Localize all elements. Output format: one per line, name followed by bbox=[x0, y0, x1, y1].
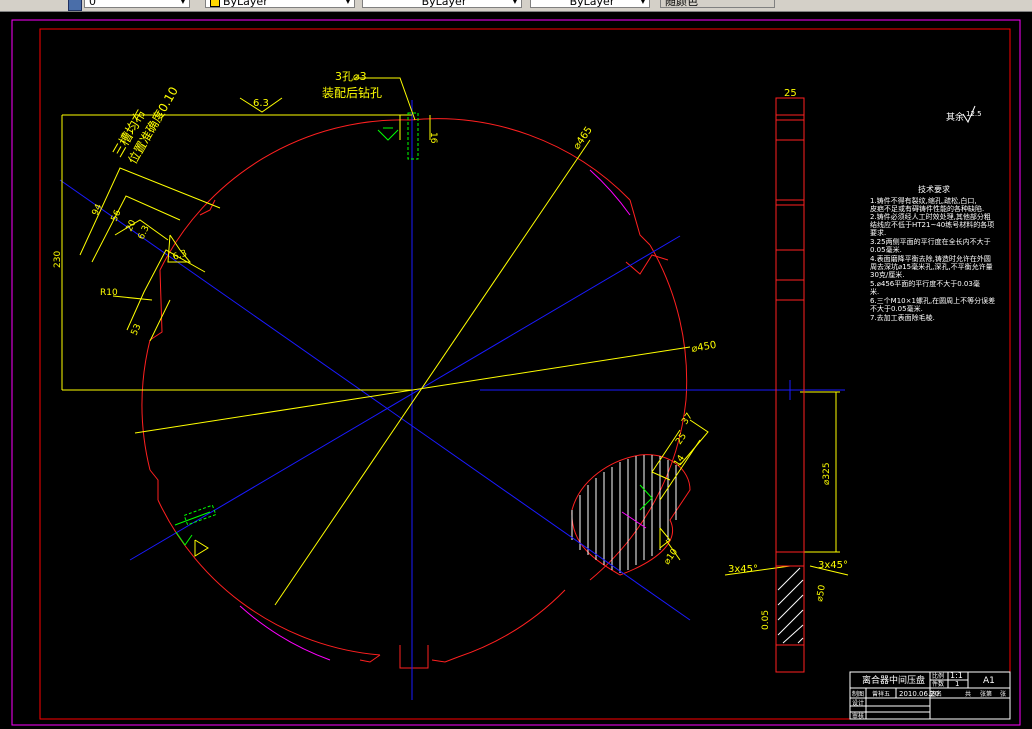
dim-450: ⌀450 bbox=[691, 340, 718, 355]
dim-465: ⌀465 bbox=[571, 125, 594, 152]
color-swatch-icon bbox=[210, 0, 220, 7]
tech-line-2: 皮疤不足或有碍铸件性能的各种缺陷. bbox=[870, 204, 984, 213]
dim-20: 20 bbox=[125, 218, 139, 233]
tech-line-10: 30克/厘米. bbox=[870, 270, 905, 279]
linetype-value: ByLayer bbox=[421, 0, 467, 8]
dim-25: 25 bbox=[674, 432, 689, 447]
plotstyle-dropdown[interactable]: 随颜色 bbox=[660, 0, 775, 8]
part-name: 离合器中间压盘 bbox=[862, 674, 925, 686]
chevron-down-icon: ▼ bbox=[179, 0, 187, 5]
chamfer-left: 3x45° bbox=[728, 564, 758, 575]
scale-label: 比例 bbox=[932, 672, 944, 680]
tech-line-11: 5.⌀456平面的平行度不大于0.03毫 bbox=[870, 279, 980, 288]
chevron-down-icon: ▼ bbox=[344, 0, 352, 5]
dim-16: 16 bbox=[428, 132, 438, 144]
sheets-label: 共 bbox=[965, 690, 971, 698]
tech-line-12: 米. bbox=[870, 287, 879, 296]
tech-line-7: 0.05毫米. bbox=[870, 245, 902, 254]
hole-note-bottom: 装配后钻孔 bbox=[322, 85, 382, 100]
drawn-label: 制图 bbox=[852, 690, 864, 698]
drawing-canvas[interactable]: 3孔⌀3 装配后钻孔 三槽均布 位置准确度0.10 6.3 16 ⌀465 ⌀4… bbox=[0, 12, 1032, 729]
plotstyle-value: 随颜色 bbox=[665, 0, 698, 8]
tech-line-9: 周去深坑⌀15毫米孔,深孔,不平衡允许量 bbox=[870, 262, 993, 271]
design-label: 设计 bbox=[852, 699, 864, 707]
dim-tol: 0.05 bbox=[761, 610, 771, 630]
center-lines bbox=[59, 100, 845, 700]
layer-dropdown[interactable]: 0 ▼ bbox=[84, 0, 190, 8]
rest-value: 12.5 bbox=[966, 110, 982, 118]
tech-line-4: 结线应不低于HT21~40练号材料的各项 bbox=[870, 220, 994, 229]
tech-line-8: 4.表面磨降平衡去除,铸造时允许在外圆 bbox=[870, 254, 991, 263]
sheet-of-label: 张第 bbox=[980, 690, 992, 698]
drawer-name: 曾祥五 bbox=[872, 690, 890, 698]
dim-63-top: 6.3 bbox=[253, 98, 269, 109]
tech-line-14: 不大于0.05毫米. bbox=[870, 304, 923, 313]
rest-label: 其余 bbox=[946, 111, 964, 123]
check-label: 审核 bbox=[852, 712, 864, 720]
dimension-lines bbox=[61, 77, 849, 606]
dim-94: 94 bbox=[91, 202, 105, 217]
sheet-inner-border bbox=[39, 28, 1011, 720]
hole-magenta bbox=[621, 511, 647, 529]
sheet-size: A1 bbox=[983, 676, 995, 686]
tech-line-13: 6.三个M10×1螺孔,在圆周上不等分误差 bbox=[870, 296, 995, 305]
linetype-dropdown[interactable]: ByLayer ▼ bbox=[362, 0, 522, 8]
tech-title: 技术要求 bbox=[918, 184, 950, 194]
plate-magenta-arcs bbox=[239, 169, 631, 661]
tech-line-6: 3.25两侧平面的平行度在全长内不大于 bbox=[870, 237, 991, 246]
hole-details bbox=[174, 112, 653, 546]
color-value: ByLayer bbox=[223, 0, 268, 8]
dim-56: 56 bbox=[110, 208, 124, 223]
side-view-hatch bbox=[777, 567, 804, 644]
lineweight-value: ByLayer bbox=[569, 0, 615, 8]
chamfer-right: 3x45° bbox=[818, 560, 848, 571]
chevron-down-icon: ▼ bbox=[511, 0, 519, 5]
color-dropdown[interactable]: ByLayer ▼ bbox=[205, 0, 355, 8]
layer-value: 0 bbox=[89, 0, 96, 8]
tech-line-3: 2.铸件必须经人工时效处理,其他部分粗 bbox=[870, 212, 991, 221]
hole-note-top: 3孔⌀3 bbox=[335, 70, 367, 83]
scale-value: 1:1 bbox=[950, 671, 963, 680]
dim-phi325: ⌀325 bbox=[822, 462, 832, 485]
lineweight-dropdown[interactable]: ByLayer ▼ bbox=[530, 0, 650, 8]
cad-drawing[interactable]: 3孔⌀3 装配后钻孔 三槽均布 位置准确度0.10 6.3 16 ⌀465 ⌀4… bbox=[0, 12, 1032, 729]
tech-line-5: 要求. bbox=[870, 228, 886, 237]
tech-line-15: 7.去加工表面除毛棱. bbox=[870, 313, 935, 322]
dim-25-side: 25 bbox=[784, 88, 797, 99]
dim-63-b: 6.3 bbox=[172, 249, 189, 263]
dim-phi50: ⌀50 bbox=[815, 584, 828, 603]
sheet-end-label: 张 bbox=[1000, 690, 1006, 698]
properties-toolbar: 0 ▼ ByLayer ▼ ByLayer ▼ ByLayer ▼ 随颜色 bbox=[0, 0, 1032, 12]
dim-230: 230 bbox=[53, 251, 63, 268]
sheet-outer-border bbox=[11, 19, 1021, 726]
plate-outline bbox=[141, 118, 688, 669]
qty-label: 件数 bbox=[932, 680, 944, 688]
chevron-down-icon: ▼ bbox=[639, 0, 647, 5]
tech-line-1: 1.铸件不得有裂纹,缩孔,疏松,白口, bbox=[870, 196, 977, 205]
layer-state-icon[interactable] bbox=[68, 0, 82, 11]
dim-53: 53 bbox=[130, 323, 144, 338]
dim-r10: R10 bbox=[100, 288, 118, 298]
tech-requirements: 技术要求 1.铸件不得有裂纹,缩孔,疏松,白口, 皮疤不足或有碍铸件性能的各种缺… bbox=[870, 184, 995, 322]
seal-text: 签名 bbox=[930, 690, 942, 698]
qty-value: 1 bbox=[955, 680, 959, 688]
